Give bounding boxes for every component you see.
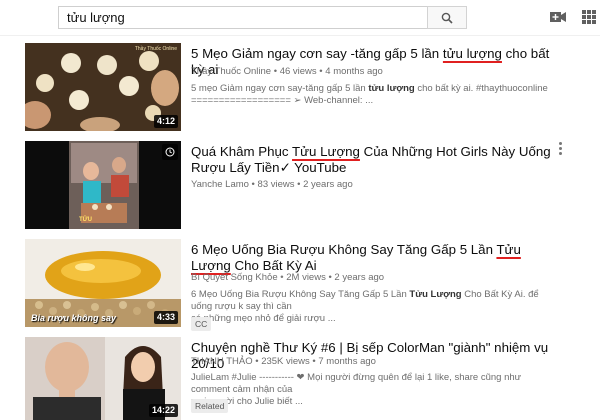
video-thumbnail[interactable]: TỬU <box>25 141 181 229</box>
channel-name[interactable]: THANH THẢO <box>191 356 253 367</box>
video-description: 5 mẹo Giảm ngay cơn say-tăng gấp 5 lần t… <box>191 83 548 106</box>
search-input[interactable] <box>58 6 427 29</box>
video-meta: Bí Quyết Sống Khỏe • 2M views • 2 years … <box>191 272 385 283</box>
video-upload-icon[interactable] <box>550 10 566 24</box>
thumbnail-caption: Bia rượu không say <box>31 313 116 323</box>
video-duration: 14:22 <box>148 404 178 417</box>
video-result: TỬU Quá Khâm Phục Tửu Lượng Của Những Ho… <box>0 141 600 231</box>
search-icon <box>441 12 453 24</box>
watch-later-button[interactable] <box>162 144 178 160</box>
clock-icon <box>165 147 175 157</box>
highlighted-keyword: tửu lượng <box>442 46 502 61</box>
channel-name[interactable]: Thầy Thuốc Online <box>191 66 271 77</box>
video-title[interactable]: Quá Khâm Phục Tửu Lượng Của Những Hot Gi… <box>191 144 551 176</box>
thumbnail-image <box>25 141 181 229</box>
video-result: 14:22 Chuyện nghề Thư Ký #6 | Bị sếp Col… <box>0 337 600 420</box>
related-badge: Related <box>191 399 229 413</box>
apps-grid-icon[interactable] <box>582 10 596 24</box>
verified-icon: • <box>280 272 284 283</box>
channel-name[interactable]: Bí Quyết Sống Khỏe <box>191 272 278 283</box>
video-duration: 4:33 <box>153 311 178 324</box>
channel-name[interactable]: Yanche Lamo <box>191 179 249 190</box>
video-description: 6 Mẹo Uống Bia Rượu Không Say Tăng Gấp 5… <box>191 289 539 324</box>
video-result: Bia rượu không say 4:33 6 Mẹo Uống Bia R… <box>0 239 600 331</box>
cc-badge: CC <box>191 317 212 331</box>
video-description: JulieLam #Julie ----------- ❤ Mọi người … <box>191 372 522 407</box>
more-options-icon[interactable] <box>559 142 563 156</box>
video-thumbnail[interactable]: Thầy Thuốc Online 4:12 <box>25 43 181 131</box>
search-button[interactable] <box>427 6 467 29</box>
video-thumbnail[interactable]: Bia rượu không say 4:33 <box>25 239 181 327</box>
video-result: Thầy Thuốc Online 4:12 5 Mẹo Giảm ngay c… <box>0 43 600 135</box>
thumbnail-caption: TỬU <box>79 217 92 223</box>
video-title[interactable]: 6 Mẹo Uống Bia Rượu Không Say Tăng Gấp 5… <box>191 242 551 274</box>
video-meta: THANH THẢO • 235K views • 7 months ago <box>191 356 376 367</box>
video-duration: 4:12 <box>153 115 178 128</box>
video-meta: Yanche Lamo • 83 views • 2 years ago <box>191 179 353 190</box>
channel-watermark: Thầy Thuốc Online <box>134 46 177 52</box>
masthead <box>0 0 600 36</box>
video-thumbnail[interactable]: 14:22 <box>25 337 181 420</box>
video-meta: Thầy Thuốc Online • 46 views • 4 months … <box>191 66 383 77</box>
highlighted-keyword: Tửu Lượng <box>292 144 360 159</box>
